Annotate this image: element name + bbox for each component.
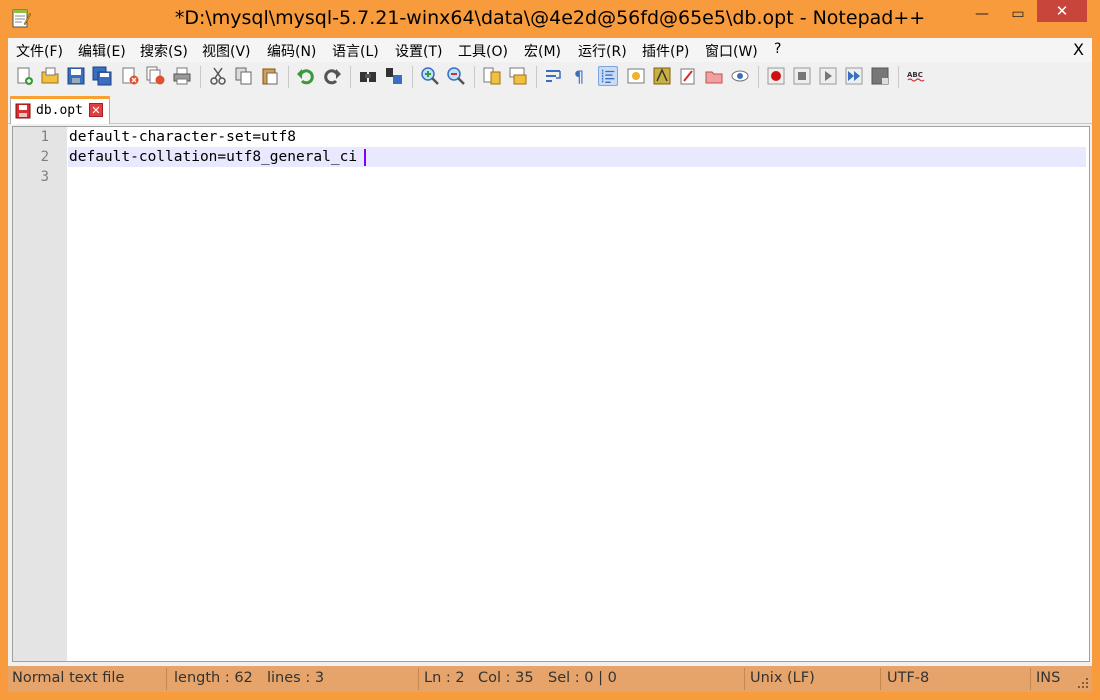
- open-file-icon[interactable]: [40, 66, 60, 86]
- zoom-in-icon[interactable]: [420, 66, 440, 86]
- editor[interactable]: 1 2 3 default-character-set=utf8 default…: [12, 126, 1090, 662]
- tab-bar: db.opt ✕: [8, 92, 1092, 124]
- maximize-button[interactable]: ▭: [1002, 4, 1034, 26]
- menu-file[interactable]: 文件(F): [16, 41, 63, 61]
- tab-close-button[interactable]: ✕: [89, 103, 103, 117]
- toolbar-separator: [898, 66, 899, 88]
- status-encoding[interactable]: UTF-8: [887, 670, 929, 686]
- status-separator: [744, 668, 745, 690]
- title-bar: *D:\mysql\mysql-5.7.21-winx64\data\@4e2d…: [0, 0, 1100, 38]
- save-all-icon[interactable]: [92, 66, 112, 86]
- code-line[interactable]: default-character-set=utf8: [68, 127, 1086, 147]
- tab-label: db.opt: [36, 103, 83, 118]
- menu-macro[interactable]: 宏(M): [524, 41, 561, 61]
- status-separator: [880, 668, 881, 690]
- client-area: 文件(F) 编辑(E) 搜索(S) 视图(V) 编码(N) 语言(L) 设置(T…: [8, 38, 1092, 692]
- status-separator: [418, 668, 419, 690]
- code-line-text: default-character-set=utf8: [69, 129, 296, 145]
- print-icon[interactable]: [172, 66, 192, 86]
- tab-db-opt[interactable]: db.opt ✕: [10, 96, 110, 124]
- record-macro-icon[interactable]: [766, 66, 786, 86]
- current-code-line[interactable]: default-collation=utf8_general_ci: [68, 147, 1086, 167]
- code-line[interactable]: [68, 167, 1086, 187]
- text-area[interactable]: default-character-set=utf8 default-colla…: [68, 127, 1089, 661]
- line-number: 1: [40, 129, 49, 145]
- find-icon[interactable]: [358, 66, 378, 86]
- menu-language[interactable]: 语言(L): [332, 41, 379, 61]
- monitor-icon[interactable]: [704, 66, 724, 86]
- close-all-icon[interactable]: [146, 66, 166, 86]
- stop-record-icon[interactable]: [792, 66, 812, 86]
- toolbar: ¶ ABC: [8, 62, 1092, 92]
- status-length: length : 62: [174, 670, 253, 686]
- menu-tools[interactable]: 工具(O): [458, 41, 508, 61]
- menu-edit[interactable]: 编辑(E): [78, 41, 126, 61]
- sync-h-icon[interactable]: [508, 66, 528, 86]
- menu-window[interactable]: 窗口(W): [705, 41, 758, 61]
- eye-icon[interactable]: [730, 66, 750, 86]
- svg-text:¶: ¶: [574, 67, 584, 86]
- paste-icon[interactable]: [260, 66, 280, 86]
- status-eol[interactable]: Unix (LF): [750, 670, 815, 686]
- folder-workspace-icon[interactable]: [678, 66, 698, 86]
- menu-plugins[interactable]: 插件(P): [642, 41, 689, 61]
- close-document-button[interactable]: X: [1073, 40, 1084, 59]
- cut-icon[interactable]: [208, 66, 228, 86]
- unsaved-file-icon: [15, 103, 31, 119]
- status-separator: [166, 668, 167, 690]
- line-number: 2: [40, 149, 49, 165]
- replace-icon[interactable]: [384, 66, 404, 86]
- close-icon[interactable]: [120, 66, 140, 86]
- save-macro-icon[interactable]: [870, 66, 890, 86]
- menu-bar: 文件(F) 编辑(E) 搜索(S) 视图(V) 编码(N) 语言(L) 设置(T…: [8, 38, 1092, 62]
- status-lines: lines : 3: [267, 670, 325, 686]
- text-caret: [364, 148, 367, 166]
- resize-grip-icon[interactable]: [1078, 678, 1090, 690]
- status-file-type: Normal text file: [12, 670, 125, 686]
- line-number-gutter: 1 2 3: [13, 127, 67, 661]
- minimize-button[interactable]: —: [966, 4, 998, 26]
- menu-encoding[interactable]: 编码(N): [267, 41, 316, 61]
- sync-v-icon[interactable]: [482, 66, 502, 86]
- show-all-chars-icon[interactable]: ¶: [570, 66, 590, 86]
- new-file-icon[interactable]: [14, 66, 34, 86]
- toolbar-separator: [758, 66, 759, 88]
- toolbar-separator: [200, 66, 201, 88]
- code-line-text: default-collation=utf8_general_ci: [69, 149, 358, 165]
- doc-map-icon[interactable]: [626, 66, 646, 86]
- redo-icon[interactable]: [322, 66, 342, 86]
- status-bar: Normal text file length : 62 lines : 3 L…: [8, 666, 1092, 692]
- play-macro-icon[interactable]: [818, 66, 838, 86]
- word-wrap-icon[interactable]: [544, 66, 564, 86]
- status-sel: Sel : 0 | 0: [548, 670, 617, 686]
- close-window-button[interactable]: ✕: [1037, 0, 1087, 22]
- toolbar-separator: [412, 66, 413, 88]
- status-ln: Ln : 2: [424, 670, 465, 686]
- menu-search[interactable]: 搜索(S): [140, 41, 188, 61]
- zoom-out-icon[interactable]: [446, 66, 466, 86]
- menu-settings[interactable]: 设置(T): [395, 41, 442, 61]
- menu-help[interactable]: ?: [774, 41, 781, 57]
- save-icon[interactable]: [66, 66, 86, 86]
- spell-check-icon[interactable]: ABC: [906, 66, 926, 86]
- function-list-icon[interactable]: [652, 66, 672, 86]
- indent-guide-icon[interactable]: [598, 66, 618, 86]
- status-separator: [1030, 668, 1031, 690]
- run-macro-multiple-icon[interactable]: [844, 66, 864, 86]
- toolbar-separator: [288, 66, 289, 88]
- window-title: *D:\mysql\mysql-5.7.21-winx64\data\@4e2d…: [174, 7, 926, 29]
- menu-run[interactable]: 运行(R): [578, 41, 627, 61]
- svg-text:ABC: ABC: [907, 71, 923, 79]
- toolbar-separator: [474, 66, 475, 88]
- menu-view[interactable]: 视图(V): [202, 41, 251, 61]
- line-number: 3: [40, 169, 49, 185]
- toolbar-separator: [536, 66, 537, 88]
- status-insert-mode[interactable]: INS: [1036, 670, 1060, 686]
- toolbar-separator: [350, 66, 351, 88]
- undo-icon[interactable]: [296, 66, 316, 86]
- copy-icon[interactable]: [234, 66, 254, 86]
- status-col: Col : 35: [478, 670, 534, 686]
